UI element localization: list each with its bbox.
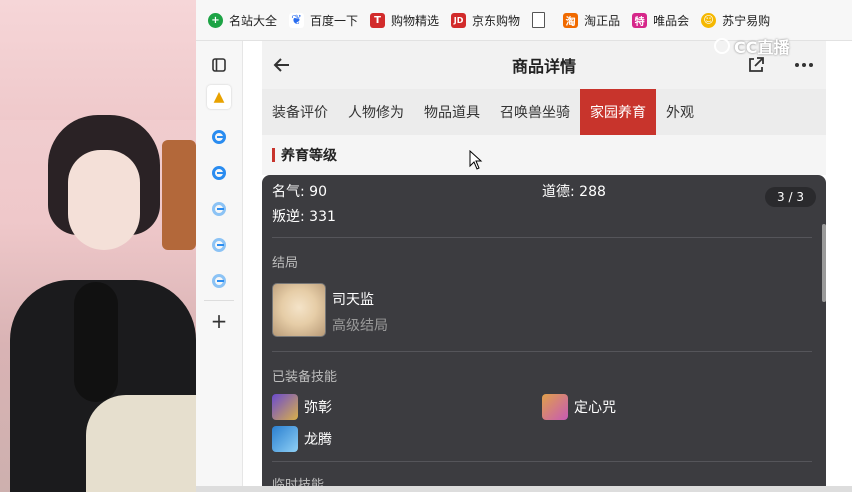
divider: [272, 351, 812, 352]
more-dots-icon: [795, 63, 813, 67]
taobao-icon: 淘: [563, 12, 579, 28]
browser-e-icon: [212, 274, 226, 288]
ending-avatar[interactable]: [272, 283, 326, 337]
skill-item[interactable]: 定心咒: [542, 394, 616, 420]
page-title: 商品详情: [511, 57, 576, 76]
tab-items[interactable]: 物品道具: [414, 89, 490, 135]
bookmark-item[interactable]: 特 唯品会: [632, 12, 689, 29]
wall-background: [0, 0, 196, 120]
tab-appearance[interactable]: 外观: [656, 89, 704, 135]
bookmark-item[interactable]: [532, 12, 551, 28]
skill-dingxinzhou-icon: [542, 394, 568, 420]
bookmark-item[interactable]: 淘 淘正品: [563, 12, 620, 29]
ending-level: 高级结局: [332, 318, 388, 334]
sidebar-tab[interactable]: [207, 161, 231, 185]
bookmark-item[interactable]: T 购物精选: [370, 12, 439, 29]
rebellion-stat: 叛逆: 331: [272, 209, 336, 225]
arrow-left-icon: [273, 58, 289, 72]
suning-icon: ☺: [701, 12, 717, 28]
microphone: [74, 282, 118, 402]
game-bird-icon: ▲: [213, 89, 225, 105]
t-shop-icon: T: [370, 12, 386, 28]
skill-longteng-icon: [272, 426, 298, 452]
skill-name: 龙腾: [304, 432, 332, 448]
skill-name: 定心咒: [574, 400, 616, 416]
skill-item[interactable]: 弥彰: [272, 394, 332, 420]
section-header: 养育等级: [262, 135, 826, 175]
sidebar-tab[interactable]: [207, 269, 231, 293]
tab-equipment-review[interactable]: 装备评价: [262, 89, 338, 135]
bookmark-item[interactable]: ☺ 苏宁易购: [701, 12, 770, 29]
category-tabs: 装备评价 人物修为 物品道具 召唤兽坐骑 家园养育 外观: [262, 89, 826, 135]
web-page: 商品详情 装备评价 人物修为 物品道具 召唤兽坐骑 家园养育 外观 养育等级 名…: [243, 41, 852, 486]
skill-item[interactable]: 龙腾: [272, 426, 332, 452]
jd-icon: JD: [451, 12, 467, 28]
morality-stat: 道德: 288: [542, 184, 606, 200]
page-scrollbar[interactable]: [822, 224, 826, 302]
skills-heading: 已装备技能: [272, 370, 338, 385]
mouse-cursor-icon: [469, 150, 483, 170]
cc-logo-icon: [714, 38, 730, 54]
sidebar-tab[interactable]: [207, 233, 231, 257]
vip-icon: 特: [632, 12, 648, 28]
nurture-detail-card[interactable]: 名气: 90 道德: 288 叛逆: 331 3 / 3 结局 司天监 高级结局…: [262, 175, 826, 486]
product-detail-app: 商品详情 装备评价 人物修为 物品道具 召唤兽坐骑 家园养育 外观 养育等级 名…: [262, 41, 826, 486]
temp-skills-heading: 临时技能: [272, 478, 325, 486]
plus-icon: +: [210, 309, 228, 333]
window-bottom-edge: [196, 486, 852, 492]
share-icon: [749, 57, 764, 72]
section-title: 养育等级: [281, 148, 337, 164]
ending-heading: 结局: [272, 256, 299, 271]
sidebar-divider: [204, 300, 234, 301]
ending-name: 司天监: [332, 292, 374, 308]
tab-home-nurture[interactable]: 家园养育: [580, 89, 656, 135]
webcam-feed: [0, 0, 196, 492]
face: [68, 150, 140, 250]
more-button[interactable]: [792, 53, 816, 77]
browser-sidebar: ▲ +: [196, 41, 243, 486]
fame-stat: 名气: 90: [272, 184, 327, 200]
page-indicator: 3 / 3: [765, 187, 816, 207]
divider: [272, 461, 812, 462]
browser-e-icon: [212, 202, 226, 216]
browser-e-icon: [212, 130, 226, 144]
guitar: [162, 140, 196, 250]
sidebar-tab[interactable]: [207, 125, 231, 149]
tabs-panel-button[interactable]: [207, 53, 231, 77]
tab-character-cultivation[interactable]: 人物修为: [338, 89, 414, 135]
document-icon: [532, 12, 546, 28]
back-button[interactable]: [270, 53, 294, 77]
cc-live-watermark: CC直播: [714, 34, 790, 58]
tabs-panel-icon: [212, 58, 226, 72]
watermark-text: CC直播: [734, 38, 790, 57]
bookmark-item[interactable]: JD 京东购物: [451, 12, 520, 29]
baidu-paw-icon: ❦: [289, 12, 305, 28]
browser-e-icon: [212, 238, 226, 252]
divider: [272, 237, 812, 238]
guitar-body: [86, 395, 196, 492]
sidebar-tab-active[interactable]: ▲: [207, 85, 231, 109]
section-accent-bar: [272, 148, 275, 162]
site-nav-icon: +: [208, 12, 223, 28]
bookmark-item[interactable]: + 名站大全: [208, 12, 277, 29]
tab-summons-mounts[interactable]: 召唤兽坐骑: [490, 89, 580, 135]
sidebar-tab[interactable]: [207, 197, 231, 221]
bookmark-item[interactable]: ❦ 百度一下: [289, 12, 358, 29]
new-tab-button[interactable]: +: [207, 309, 231, 333]
skill-name: 弥彰: [304, 400, 332, 416]
skill-mizhang-icon: [272, 394, 298, 420]
browser-e-icon: [212, 166, 226, 180]
